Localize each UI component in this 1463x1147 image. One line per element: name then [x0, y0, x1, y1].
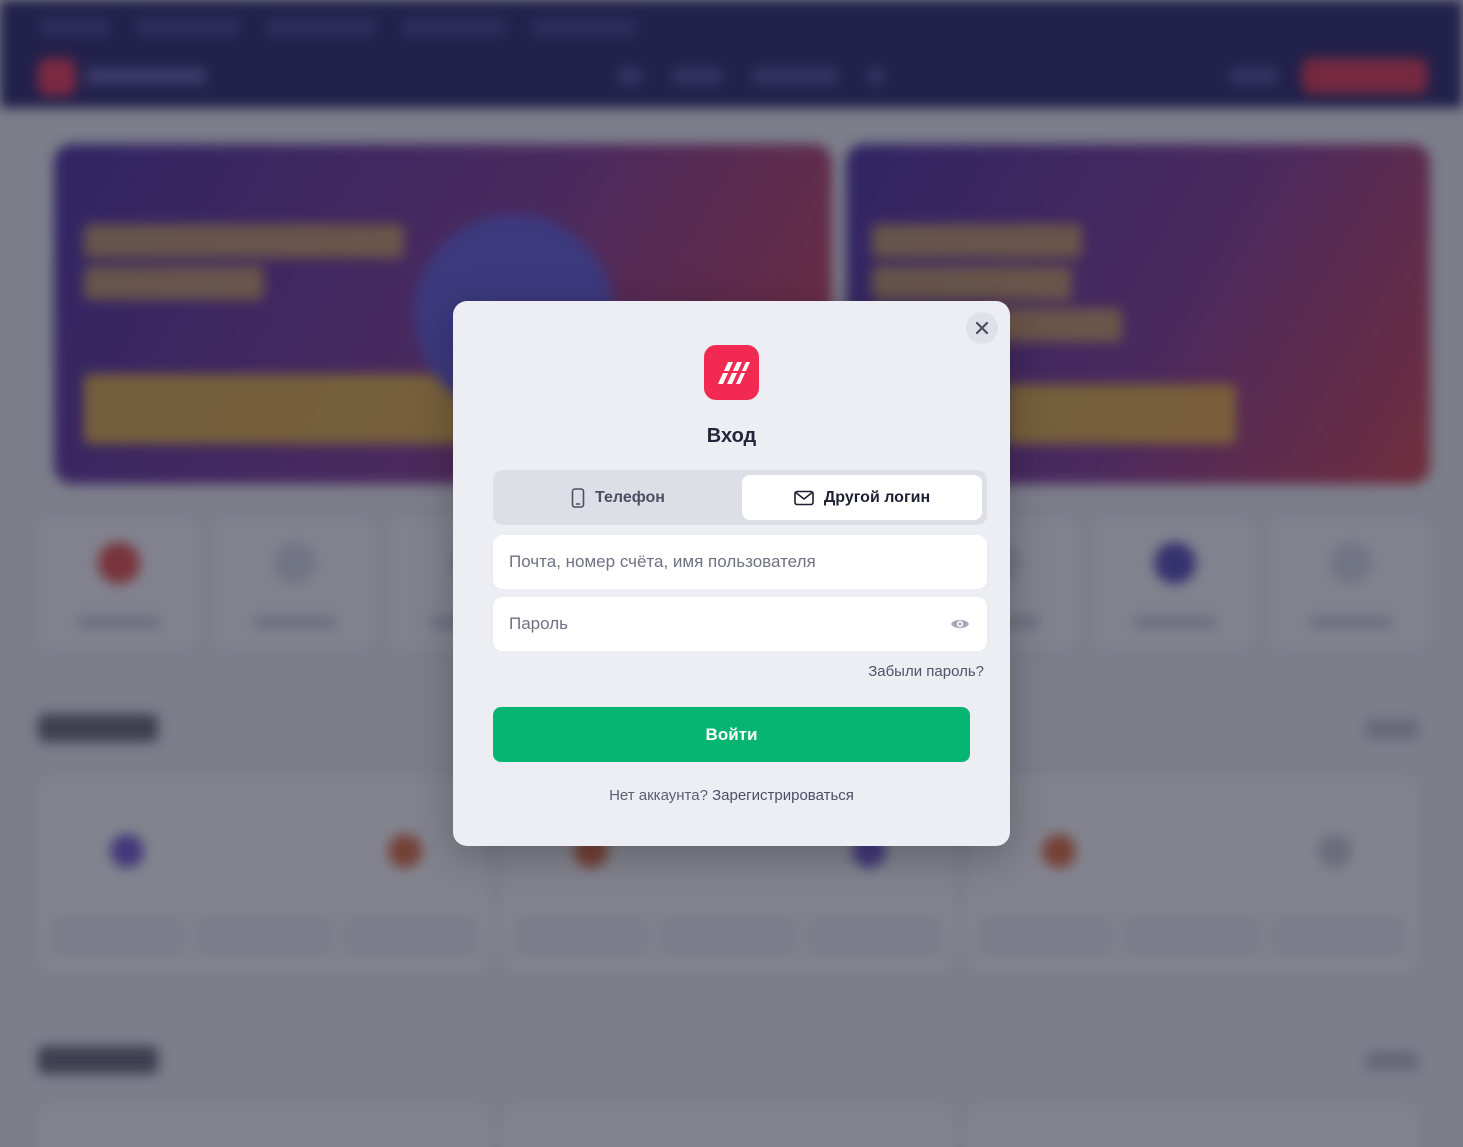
- mail-icon: [794, 490, 814, 505]
- modal-title: Вход: [706, 425, 757, 447]
- login-modal: Вход Телефон Другой логин Почта, номер с…: [453, 301, 1010, 846]
- tab-other-login-label: Другой логин: [823, 488, 931, 506]
- login-submit-button[interactable]: Войти: [493, 707, 970, 762]
- close-icon: [975, 321, 989, 335]
- app-logo: [704, 345, 759, 400]
- eye-icon: [951, 619, 969, 629]
- password-field-wrapper: [493, 597, 987, 651]
- phone-icon: [571, 487, 585, 508]
- tab-phone[interactable]: Телефон: [498, 475, 738, 520]
- tab-other-login[interactable]: Другой логин: [742, 475, 982, 520]
- close-button[interactable]: [966, 312, 998, 344]
- tab-phone-label: Телефон: [595, 488, 665, 506]
- brand-logo-icon: [714, 361, 750, 384]
- no-account-text: Нет аккаунта?: [609, 787, 708, 804]
- toggle-password-visibility[interactable]: [949, 613, 971, 635]
- login-method-tabs: Телефон Другой логин: [493, 470, 987, 525]
- email-field-wrapper: [493, 535, 987, 589]
- login-input[interactable]: [509, 552, 971, 572]
- register-link[interactable]: Зарегистрироваться: [712, 787, 854, 804]
- forgot-password-link[interactable]: Забыли пароль?: [868, 663, 984, 680]
- signup-row: Нет аккаунта? Зарегистрироваться: [453, 787, 1010, 804]
- password-input[interactable]: [509, 614, 949, 634]
